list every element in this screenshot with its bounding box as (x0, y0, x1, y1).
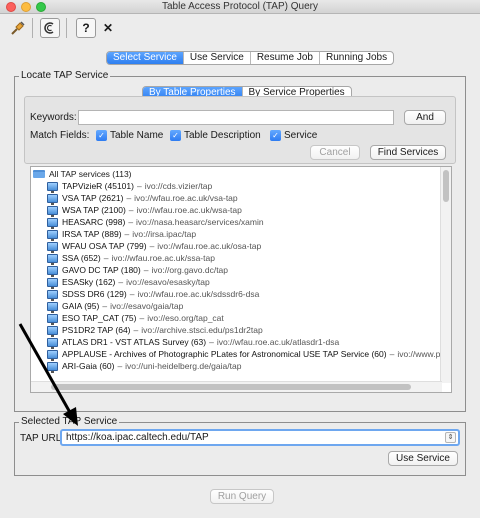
annotation-arrow (18, 323, 78, 426)
